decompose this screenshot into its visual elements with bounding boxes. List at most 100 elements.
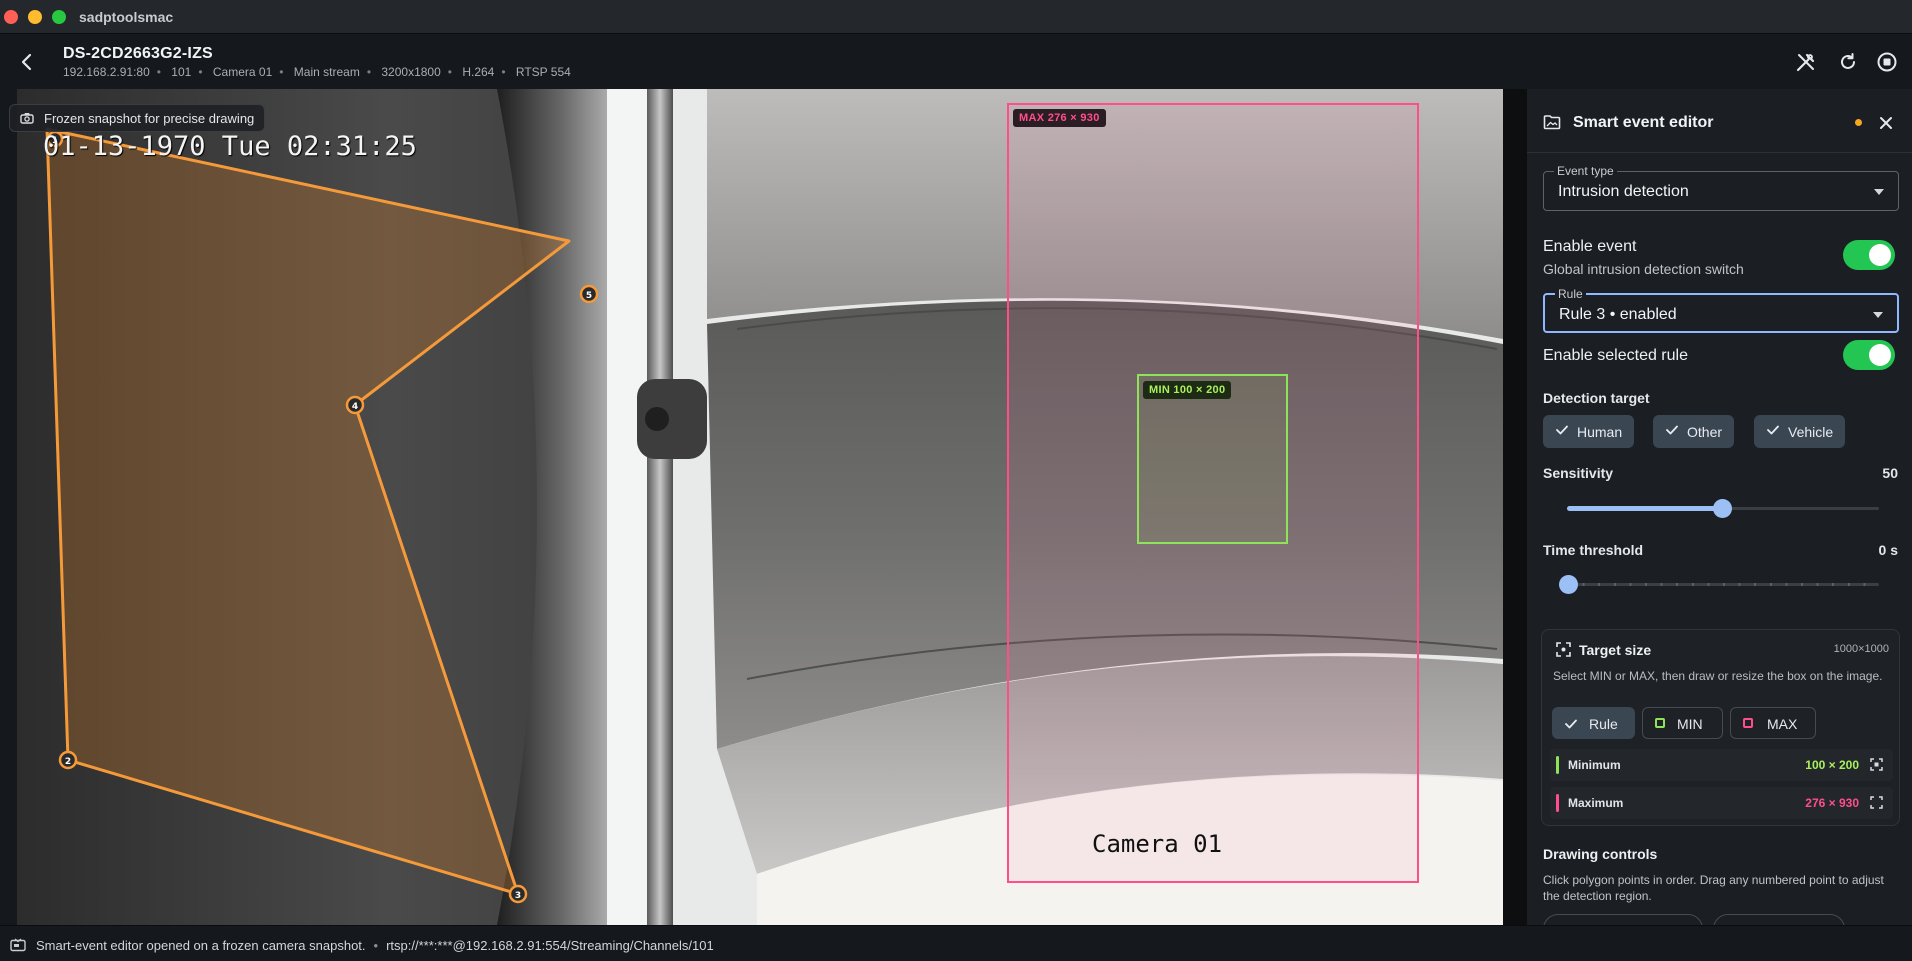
- slider-fill: [1567, 506, 1723, 511]
- panel-close-button[interactable]: [1875, 112, 1897, 134]
- osd-camera-name: Camera 01: [1092, 830, 1223, 858]
- polygon-handle-label: 5: [586, 291, 592, 301]
- camera-snapshot: 1 2 3 4 5: [17, 89, 1503, 925]
- polygon-handle-label: 2: [65, 757, 71, 767]
- app-title: sadptoolsmac: [79, 9, 174, 25]
- target-size-help: Select MIN or MAX, then draw or resize t…: [1553, 669, 1883, 683]
- polygon-handle-2[interactable]: 2: [58, 750, 78, 770]
- folder-image-icon: [1543, 115, 1561, 130]
- time-threshold-slider[interactable]: [1559, 574, 1879, 594]
- event-type-value: Intrusion detection: [1558, 183, 1689, 200]
- time-threshold-label: Time threshold: [1543, 542, 1644, 558]
- slider-thumb[interactable]: [1559, 575, 1578, 594]
- check-icon: [1565, 719, 1577, 729]
- min-square-icon: [1655, 718, 1665, 728]
- chevron-down-icon: [1874, 189, 1884, 195]
- min-target-box[interactable]: [1137, 374, 1288, 544]
- refresh-icon: [1841, 53, 1855, 69]
- arrow-left-icon: [21, 53, 32, 71]
- enable-event-toggle[interactable]: [1843, 240, 1895, 270]
- mode-max-button[interactable]: MAX: [1730, 707, 1816, 739]
- focus-box-icon[interactable]: [1870, 758, 1883, 771]
- maximum-value: 276 × 930: [1805, 796, 1859, 810]
- chip-label: Human: [1577, 423, 1623, 440]
- min-color-bar: [1556, 756, 1559, 774]
- select-region-icon: [1556, 642, 1571, 657]
- minimum-label: Minimum: [1568, 758, 1621, 772]
- target-chip-human[interactable]: Human: [1543, 415, 1635, 448]
- polygon-handle-4[interactable]: 4: [345, 395, 365, 415]
- minimum-value: 100 × 200: [1805, 758, 1859, 772]
- meta-rtsp-port: RTSP 554: [515, 65, 571, 79]
- camera-snapshot-canvas[interactable]: 1 2 3 4 5 01-13-1970 Tue 02:31:25 Camera…: [17, 89, 1503, 925]
- target-size-title: Target size: [1579, 642, 1652, 658]
- expand-icon[interactable]: [1870, 796, 1883, 809]
- polygon-handle-5[interactable]: 5: [579, 284, 599, 304]
- event-type-legend: Event type: [1554, 164, 1617, 178]
- unsaved-indicator: [1855, 119, 1862, 126]
- mode-min-button[interactable]: MIN: [1642, 707, 1723, 739]
- slider-ticks: [1567, 583, 1879, 586]
- device-meta: 192.168.2.91:80 • 101 • Camera 01 • Main st…: [63, 65, 571, 79]
- status-text: Smart-event editor opened on a frozen ca…: [36, 938, 714, 953]
- rule-select[interactable]: Rule Rule 3 • enabled: [1543, 287, 1899, 333]
- polygon-handle-label: 4: [352, 402, 358, 412]
- max-color-bar: [1556, 794, 1559, 812]
- status-message: Smart-event editor opened on a frozen ca…: [36, 938, 366, 953]
- sensitivity-value: 50: [1882, 465, 1898, 481]
- target-chip-vehicle[interactable]: Vehicle: [1754, 415, 1846, 448]
- mode-max-label: MAX: [1767, 716, 1798, 732]
- window-minimize-button[interactable]: [28, 10, 42, 24]
- osd-datetime: 01-13-1970 Tue 02:31:25: [43, 131, 417, 162]
- mode-rule-label: Rule: [1589, 716, 1618, 732]
- slider-thumb[interactable]: [1713, 499, 1732, 518]
- chevron-down-icon: [1873, 312, 1883, 318]
- rule-value: Rule 3 • enabled: [1559, 306, 1677, 323]
- chip-label: Other: [1687, 423, 1723, 440]
- panel-title: Smart event editor: [1573, 114, 1714, 131]
- back-button[interactable]: [12, 47, 42, 77]
- meta-codec: H.264: [462, 65, 495, 79]
- chip-label: Vehicle: [1788, 423, 1834, 440]
- tools-icon: [1796, 53, 1815, 72]
- window-titlebar: sadptoolsmac: [0, 0, 1912, 34]
- toggle-knob: [1869, 244, 1891, 266]
- status-stream-url: rtsp://***:***@192.168.2.91:554/Streamin…: [386, 938, 714, 953]
- meta-resolution: 3200x1800: [381, 65, 441, 79]
- max-box-label: MAX 276 × 930: [1013, 109, 1106, 127]
- enable-rule-label: Enable selected rule: [1543, 347, 1688, 364]
- minimum-size-row: Minimum 100 × 200: [1550, 749, 1893, 781]
- panel-header: Smart event editor: [1527, 89, 1912, 153]
- mode-min-label: MIN: [1677, 716, 1703, 732]
- drawing-control-button-1[interactable]: [1543, 914, 1703, 925]
- drawing-control-button-2[interactable]: [1713, 914, 1845, 925]
- sensitivity-label: Sensitivity: [1543, 465, 1614, 481]
- event-type-select[interactable]: Event type Intrusion detection: [1543, 164, 1899, 211]
- check-icon: [1767, 425, 1779, 435]
- viewer-panel-divider: [1503, 89, 1527, 925]
- enable-rule-toggle[interactable]: [1843, 340, 1895, 370]
- window-maximize-button[interactable]: [52, 10, 66, 24]
- camera-icon: [20, 113, 34, 124]
- tools-button[interactable]: [1792, 48, 1820, 76]
- target-size-resolution: 1000×1000: [1833, 643, 1889, 655]
- snapshot-status-icon: [10, 938, 26, 952]
- polygon-handle-label: 3: [515, 891, 521, 901]
- target-chip-other[interactable]: Other: [1653, 415, 1735, 448]
- enable-event-sublabel: Global intrusion detection switch: [1543, 261, 1744, 277]
- meta-camera: Camera 01: [212, 65, 273, 79]
- window-close-button[interactable]: [4, 10, 18, 24]
- close-icon: [1880, 117, 1892, 129]
- stop-button[interactable]: [1873, 48, 1901, 76]
- mode-rule-button[interactable]: Rule: [1552, 707, 1635, 739]
- time-threshold-value: 0 s: [1878, 542, 1898, 558]
- refresh-button[interactable]: [1834, 48, 1862, 76]
- meta-address: 192.168.2.91:80: [63, 65, 150, 79]
- toggle-knob: [1869, 344, 1891, 366]
- meta-stream: Main stream: [293, 65, 360, 79]
- device-header: DS-2CD2663G2-IZS 192.168.2.91:80 • 101 • C…: [0, 34, 1912, 88]
- polygon-handle-3[interactable]: 3: [508, 884, 528, 904]
- sensitivity-slider[interactable]: [1567, 498, 1879, 518]
- drawing-controls-help: Click polygon points in order. Drag any …: [1543, 873, 1884, 903]
- enable-event-label: Enable event: [1543, 238, 1637, 255]
